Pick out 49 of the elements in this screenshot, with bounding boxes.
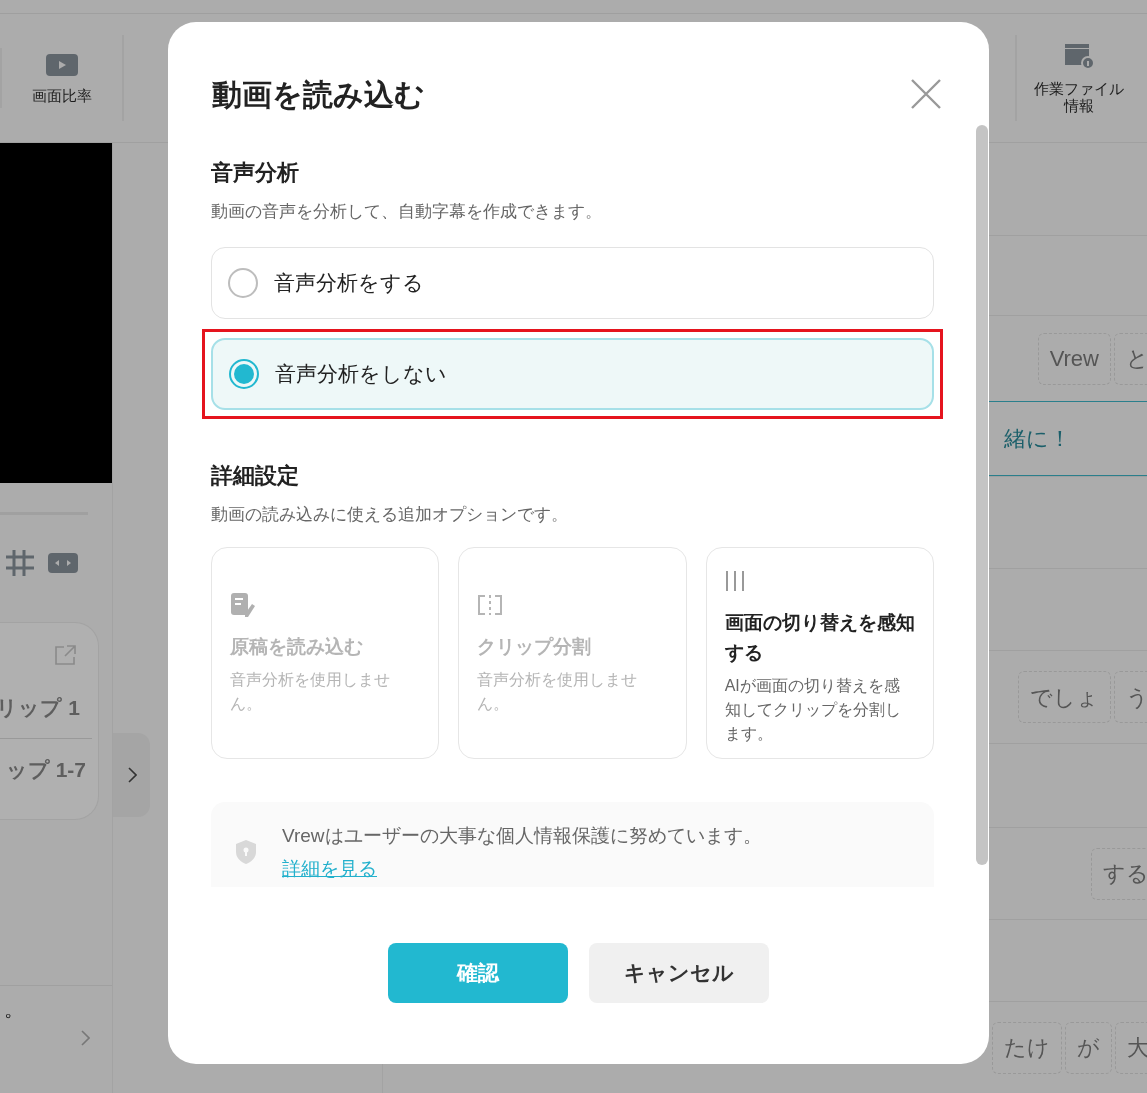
vertical-lines-icon <box>724 571 745 591</box>
shield-icon <box>235 839 257 865</box>
word-chip[interactable]: する <box>1091 847 1147 900</box>
chevron-right-icon <box>126 767 137 783</box>
clip-label[interactable]: リップ 1 <box>0 691 80 724</box>
card-description: 音声分析を使用しません。 <box>477 670 639 714</box>
caption-text: 。 <box>4 997 25 1022</box>
clapperboard-icon <box>1063 42 1095 70</box>
section-description: 動画の読み込みに使える追加オプションです。 <box>211 503 569 526</box>
subtitle-text: 緒に！ <box>1004 425 1071 453</box>
radio-button[interactable] <box>228 267 258 298</box>
document-pencil-icon <box>230 592 256 618</box>
grid-icon[interactable] <box>6 550 34 576</box>
scrollbar[interactable] <box>976 125 988 865</box>
word-chip[interactable]: と <box>1114 332 1147 385</box>
section-heading: 音声分析 <box>211 159 300 187</box>
privacy-text: Vrewはユーザーの大事な個人情報保護に努めています。 <box>282 824 762 848</box>
chevron-right-icon[interactable] <box>81 1030 90 1046</box>
radio-option[interactable]: 音声分析をしない <box>211 337 934 410</box>
collapse-tab[interactable] <box>113 733 150 817</box>
option-label: 音声分析をする <box>274 269 424 296</box>
toolbar-button[interactable]: 画面比率 <box>32 52 92 104</box>
word-chip[interactable]: たけ <box>992 1021 1062 1074</box>
card-description: 音声分析を使用しません。 <box>230 670 391 714</box>
resize-icon[interactable] <box>48 553 78 573</box>
dialog-title: 動画を読み込む <box>212 76 425 113</box>
split-icon <box>477 594 504 616</box>
external-link-icon[interactable] <box>54 645 78 665</box>
details-link[interactable]: 詳細を見る <box>282 854 377 883</box>
card-title: クリップ分割 <box>477 635 593 659</box>
toolbar-button[interactable]: 作業ファイル情報 <box>1031 42 1127 114</box>
section-heading: 詳細設定 <box>211 461 300 490</box>
clip-label[interactable]: ップ 1-7 <box>5 754 86 786</box>
option-label: 音声分析をしない <box>275 360 447 387</box>
word-chip[interactable]: Vrew <box>1037 332 1111 385</box>
word-chip[interactable]: う <box>1114 671 1147 723</box>
option-card[interactable]: 画面の切り替えを感知する AIが画面の切り替えを感知してクリップを分割します。 <box>705 547 934 759</box>
radio-option[interactable]: 音声分析をする <box>211 246 934 319</box>
close-button[interactable] <box>909 77 943 111</box>
card-title: 原稿を読み込む <box>230 635 364 659</box>
confirm-button[interactable]: 確認 <box>388 943 568 1003</box>
card-description: AIが画面の切り替えを感知してクリップを分割します。 <box>724 676 902 744</box>
word-chip[interactable]: が <box>1065 1021 1112 1074</box>
play-icon <box>45 52 79 77</box>
word-chip[interactable]: でしょ <box>1018 671 1111 723</box>
section-description: 動画の音声を分析して、自動字幕を作成できます。 <box>211 201 603 223</box>
card-title: 画面の切り替えを感知する <box>724 611 915 665</box>
cancel-button[interactable]: キャンセル <box>589 943 769 1003</box>
radio-button[interactable] <box>229 358 259 389</box>
